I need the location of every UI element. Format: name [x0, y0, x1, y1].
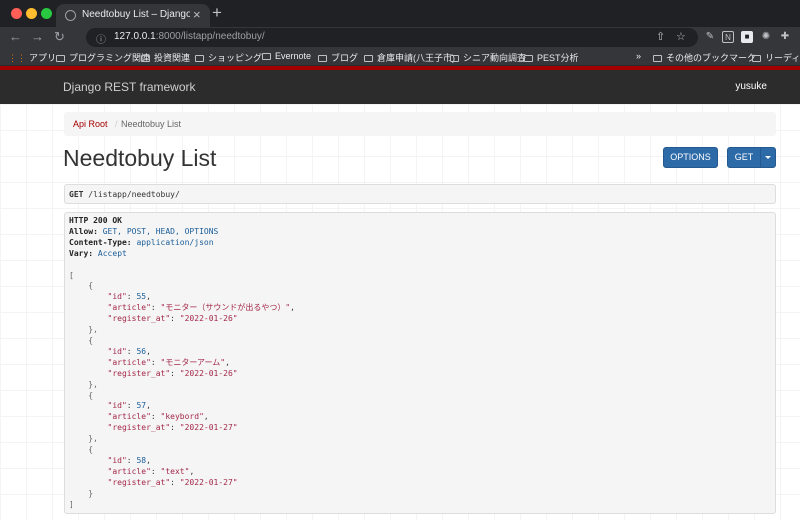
folder-icon	[524, 55, 533, 62]
bookmark-folder[interactable]: 投資関連	[141, 51, 190, 64]
json-bracket: ]	[69, 499, 74, 509]
json-article-value: "モニター（サウンドが出るやつ）"	[160, 303, 291, 313]
bookmark-other[interactable]: その他のブックマーク	[653, 51, 756, 64]
forward-icon[interactable]: →	[31, 29, 44, 45]
json-bracket: [	[69, 270, 74, 280]
bookmark-folder[interactable]: ブログ	[318, 51, 358, 64]
bookmark-folder[interactable]: PEST分析	[524, 51, 579, 64]
browser-toolbar: ← → ↻ ⓘ 127.0.0.1:8000/listapp/needtobuy…	[0, 27, 800, 48]
close-icon[interactable]: ×	[193, 7, 201, 23]
maximize-window-button[interactable]	[41, 8, 52, 19]
reload-icon[interactable]: ↻	[54, 29, 65, 45]
breadcrumb-api-root[interactable]: Api Root	[73, 119, 108, 129]
json-key: "article"	[107, 357, 151, 367]
json-key: "article"	[107, 303, 151, 313]
breadcrumb-current: Needtobuy List	[121, 119, 182, 129]
navbar: Django REST framework yusuke	[0, 70, 800, 104]
json-body: [ { "id": 55, "article": "モニター（サウンドが出るやつ…	[69, 270, 295, 509]
json-key: "article"	[107, 412, 151, 422]
browser-tab-strip: Needtobuy List – Django REST framework ×…	[0, 0, 800, 27]
star-icon[interactable]: ☆	[676, 30, 686, 43]
json-key: "register_at"	[107, 368, 171, 378]
json-key: "id"	[107, 346, 127, 356]
folder-icon	[450, 55, 459, 62]
new-tab-button[interactable]: +	[212, 4, 222, 22]
json-brace: },	[88, 379, 98, 389]
json-brace: {	[88, 335, 94, 345]
bookmarks-overflow-button[interactable]: »	[636, 51, 641, 61]
main-content: Api Root / Needtobuy List Needtobuy List…	[0, 104, 800, 520]
request-info: GET /listapp/needtobuy/	[64, 184, 776, 204]
json-brace: }	[88, 488, 94, 498]
json-article-value: "keybord"	[160, 412, 204, 422]
close-window-button[interactable]	[11, 8, 22, 19]
json-brace: },	[88, 325, 98, 335]
response-body: HTTP 200 OK Allow: GET, POST, HEAD, OPTI…	[69, 216, 295, 509]
bookmark-folder[interactable]: ショッピング	[195, 51, 262, 64]
json-article-value: "モニターアーム"	[160, 357, 226, 367]
bookmarks-bar: ⋮⋮ アプリ プログラミング関連 投資関連 ショッピング Evernote ブログ…	[0, 48, 800, 66]
apps-grid-icon: ⋮⋮	[8, 53, 26, 63]
browser-tab-active[interactable]: Needtobuy List – Django REST framework ×	[56, 4, 210, 27]
minimize-window-button[interactable]	[26, 8, 37, 19]
json-brace: {	[88, 281, 94, 291]
openai-extension-icon[interactable]: ✺	[760, 31, 772, 43]
json-article-value: "text"	[160, 466, 190, 476]
folder-icon	[141, 55, 150, 62]
json-brace: },	[88, 434, 98, 444]
bookmark-folder[interactable]: プログラミング関連	[56, 51, 150, 64]
folder-icon	[318, 55, 327, 62]
share-icon[interactable]: ⇧	[656, 30, 665, 43]
bookmark-folder[interactable]: シニア動向調査	[450, 51, 526, 64]
breadcrumb-separator: /	[115, 119, 118, 129]
get-format-dropdown[interactable]	[760, 147, 776, 168]
json-key: "id"	[107, 292, 127, 302]
json-key: "id"	[107, 401, 127, 411]
notion-extension-icon[interactable]: N	[722, 31, 734, 43]
caret-down-icon	[765, 156, 771, 159]
url-text: 127.0.0.1:8000/listapp/needtobuy/	[114, 31, 265, 42]
json-date-value: "2022-01-26"	[179, 314, 238, 324]
bookmark-folder[interactable]: 倉庫申請(八王子市)	[364, 51, 455, 64]
json-brace: {	[88, 445, 94, 455]
json-key: "register_at"	[107, 477, 171, 487]
puzzle-icon[interactable]: ✚	[779, 31, 791, 43]
user-menu[interactable]: yusuke	[735, 81, 767, 92]
request-line: GET /listapp/needtobuy/	[69, 190, 180, 199]
page-title: Needtobuy List	[63, 145, 217, 171]
folder-icon	[195, 55, 204, 62]
globe-icon	[65, 10, 76, 21]
lock-icon[interactable]: ⓘ	[96, 31, 106, 46]
back-icon[interactable]: ←	[9, 29, 22, 45]
address-bar[interactable]: ⓘ 127.0.0.1:8000/listapp/needtobuy/ ⇧ ☆	[86, 28, 698, 47]
reading-list[interactable]: リーディ	[752, 51, 800, 64]
json-key: "id"	[107, 455, 127, 465]
json-id-value: 58	[136, 455, 147, 465]
get-button[interactable]: GET	[727, 147, 761, 168]
pen-extension-icon[interactable]: ✎	[704, 31, 716, 43]
options-button[interactable]: OPTIONS	[663, 147, 718, 168]
grid-extension-icon[interactable]: ■	[741, 31, 753, 43]
folder-icon	[262, 53, 271, 60]
json-id-value: 55	[136, 292, 147, 302]
json-date-value: "2022-01-27"	[179, 477, 238, 487]
folder-icon	[653, 55, 662, 62]
json-id-value: 57	[136, 401, 147, 411]
brand-link[interactable]: Django REST framework	[63, 80, 196, 94]
json-date-value: "2022-01-26"	[179, 368, 238, 378]
json-key: "article"	[107, 466, 151, 476]
json-date-value: "2022-01-27"	[179, 423, 238, 433]
json-id-value: 56	[136, 346, 147, 356]
response-info: HTTP 200 OK Allow: GET, POST, HEAD, OPTI…	[64, 212, 776, 514]
tab-title: Needtobuy List – Django REST framework	[82, 9, 190, 20]
json-brace: {	[88, 390, 94, 400]
reading-list-icon	[752, 55, 761, 62]
folder-icon	[56, 55, 65, 62]
bookmark-apps[interactable]: ⋮⋮ アプリ	[8, 51, 56, 64]
json-key: "register_at"	[107, 423, 171, 433]
bookmark-folder[interactable]: Evernote	[262, 51, 311, 61]
folder-icon	[364, 55, 373, 62]
json-key: "register_at"	[107, 314, 171, 324]
breadcrumb: Api Root / Needtobuy List	[64, 112, 776, 136]
